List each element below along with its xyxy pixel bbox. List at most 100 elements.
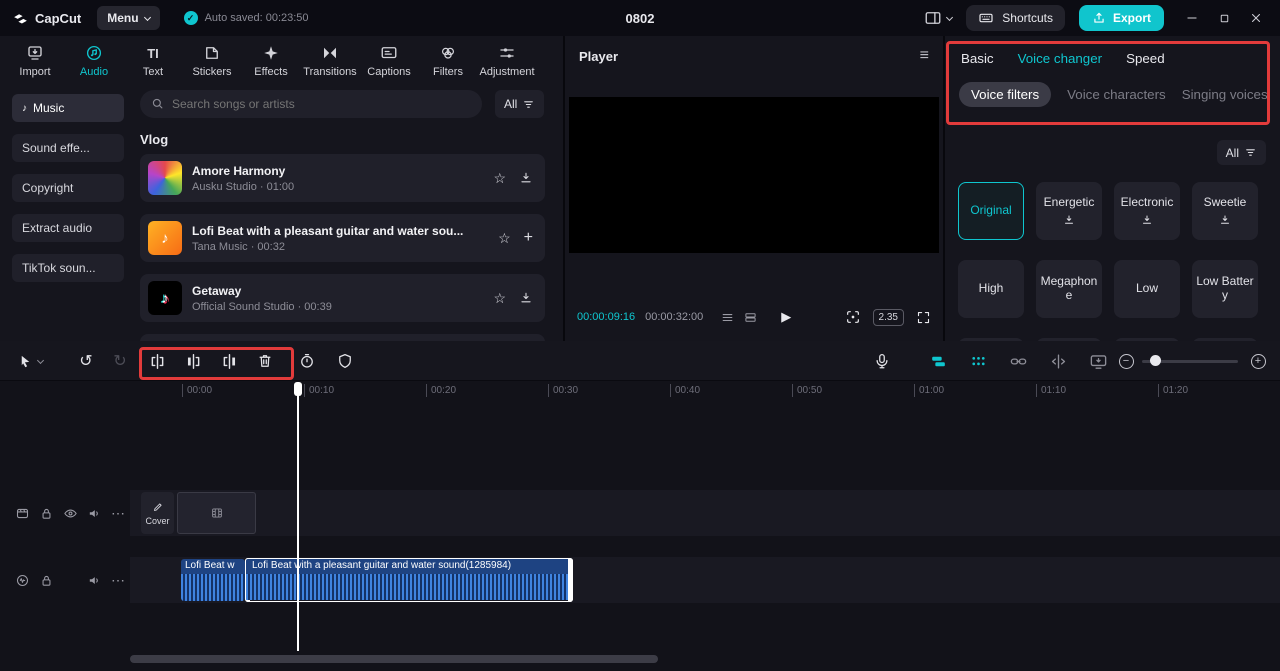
delete-right-icon[interactable] — [217, 349, 241, 373]
song-row[interactable]: ♪ Lofi Beat with a pleasant guitar and w… — [140, 214, 545, 262]
lock-icon[interactable] — [38, 572, 54, 588]
voice-card-sweetie[interactable]: Sweetie — [1192, 182, 1258, 240]
voice-filter-button[interactable]: All — [1216, 140, 1266, 165]
cover-button[interactable]: Cover — [141, 492, 174, 534]
clapper-icon[interactable] — [14, 505, 30, 521]
microphone-icon[interactable] — [870, 349, 894, 373]
aspect-ratio-button[interactable]: 2.35 — [872, 308, 904, 326]
video-clip[interactable] — [177, 492, 256, 534]
minimize-button[interactable] — [1178, 4, 1206, 32]
shield-icon[interactable] — [333, 349, 357, 373]
sidebar-item-copyright[interactable]: Copyright — [12, 174, 124, 202]
timeline-ruler[interactable]: 00:00 00:10 00:20 00:30 00:40 00:50 01:0… — [0, 381, 1280, 401]
media-filter-button[interactable]: All — [495, 90, 545, 118]
tab-stickers[interactable]: Stickers — [183, 44, 241, 78]
subtab-voice-characters[interactable]: Voice characters — [1067, 87, 1166, 102]
tab-text[interactable]: TI Text — [124, 44, 182, 79]
speaker-icon[interactable] — [86, 572, 102, 588]
add-icon[interactable]: + — [524, 229, 533, 247]
tab-speed[interactable]: Speed — [1126, 51, 1165, 66]
delete-icon[interactable] — [253, 349, 277, 373]
layers-icon[interactable] — [926, 349, 950, 373]
voice-card-electronic[interactable]: Electronic — [1114, 182, 1180, 240]
favorite-star-icon[interactable]: ☆ — [493, 170, 506, 187]
menu-button[interactable]: Menu — [97, 6, 160, 30]
list-frames-icon[interactable] — [744, 311, 757, 324]
import-icon — [26, 44, 44, 62]
redo-icon[interactable]: ↻ — [108, 349, 132, 373]
play-button[interactable]: ▶ — [781, 309, 791, 325]
tab-audio[interactable]: Audio — [65, 44, 123, 78]
undo-icon[interactable]: ↺ — [74, 349, 98, 373]
tab-filters[interactable]: Filters — [419, 44, 477, 78]
dots-grid-icon[interactable] — [966, 349, 990, 373]
voice-card-low-battery[interactable]: Low Battery — [1192, 260, 1258, 318]
tab-adjustment[interactable]: Adjustment — [478, 44, 536, 78]
album-art — [148, 161, 182, 195]
tab-voice-changer[interactable]: Voice changer — [1018, 51, 1102, 66]
link-icon[interactable] — [1006, 349, 1030, 373]
video-preview[interactable] — [569, 97, 939, 253]
eye-icon[interactable] — [62, 505, 78, 521]
video-track — [130, 490, 1280, 536]
music-note-icon: ♪ — [22, 102, 27, 114]
playhead-handle[interactable] — [294, 382, 302, 396]
shortcuts-button[interactable]: Shortcuts — [966, 5, 1065, 31]
search-bar — [140, 90, 482, 118]
player-panel: Player ≡ 00:00:09:16 00:00:32:00 ▶ 2.35 — [565, 36, 943, 341]
speaker-icon[interactable] — [86, 505, 102, 521]
sidebar-item-tiktok-sounds[interactable]: TikTok soun... — [12, 254, 124, 282]
favorite-star-icon[interactable]: ☆ — [493, 290, 506, 307]
focus-frame-icon[interactable] — [845, 309, 861, 325]
close-button[interactable] — [1242, 4, 1270, 32]
maximize-button[interactable] — [1210, 4, 1238, 32]
song-row[interactable]: Amore Harmony Ausku Studio · 01:00 ☆ — [140, 154, 545, 202]
playhead-line[interactable] — [297, 383, 299, 651]
scrollbar-thumb[interactable] — [130, 655, 658, 663]
voice-tab-bar: Basic Voice changer Speed — [945, 36, 1280, 66]
zoom-in-icon[interactable]: + — [1246, 349, 1270, 373]
current-timecode: 00:00:09:16 — [577, 311, 636, 323]
select-tool-button[interactable] — [12, 349, 48, 373]
tab-effects[interactable]: Effects — [242, 44, 300, 78]
more-options-icon[interactable]: ⋯ — [110, 572, 126, 588]
voice-card-energetic[interactable]: Energetic — [1036, 182, 1102, 240]
timer-icon[interactable] — [295, 349, 319, 373]
tab-transitions[interactable]: Transitions — [301, 44, 359, 78]
fullscreen-icon[interactable] — [916, 310, 931, 325]
voice-card-megaphone[interactable]: Megaphone — [1036, 260, 1102, 318]
lock-icon[interactable] — [38, 505, 54, 521]
split-icon[interactable] — [145, 349, 169, 373]
zoom-out-icon[interactable]: − — [1114, 349, 1138, 373]
layout-switch-button[interactable] — [924, 9, 954, 27]
sidebar-item-music[interactable]: ♪ Music — [12, 94, 124, 122]
tab-import[interactable]: Import — [6, 44, 64, 78]
player-menu-icon[interactable]: ≡ — [920, 47, 929, 65]
screen-arrow-icon[interactable] — [1086, 349, 1110, 373]
ruler-label: 00:20 — [426, 384, 456, 397]
audio-wave-icon[interactable] — [14, 572, 30, 588]
sidebar-item-extract-audio[interactable]: Extract audio — [12, 214, 124, 242]
list-lines-icon[interactable] — [721, 311, 734, 324]
delete-left-icon[interactable] — [181, 349, 205, 373]
sidebar-item-sound-effects[interactable]: Sound effe... — [12, 134, 124, 162]
voice-card-original[interactable]: Original — [958, 182, 1024, 240]
search-input[interactable] — [140, 90, 482, 118]
favorite-star-icon[interactable]: ☆ — [498, 230, 511, 247]
export-button[interactable]: Export — [1078, 5, 1164, 31]
song-row[interactable]: ♪ Getaway Official Sound Studio · 00:39 … — [140, 274, 545, 322]
tab-captions[interactable]: Captions — [360, 44, 418, 78]
audio-clip-left[interactable]: Lofi Beat w — [181, 559, 245, 601]
zoom-slider-knob[interactable] — [1150, 355, 1161, 366]
voice-card-low[interactable]: Low — [1114, 260, 1180, 318]
more-options-icon[interactable]: ⋯ — [110, 505, 126, 521]
download-icon[interactable] — [519, 291, 533, 305]
subtab-voice-filters[interactable]: Voice filters — [959, 82, 1052, 107]
audio-clip-selected[interactable]: Lofi Beat with a pleasant guitar and wat… — [245, 558, 573, 602]
project-title: 0802 — [625, 10, 655, 26]
download-icon[interactable] — [519, 171, 533, 185]
tab-basic[interactable]: Basic — [961, 51, 994, 66]
subtab-singing-voices[interactable]: Singing voices — [1182, 87, 1268, 102]
voice-card-high[interactable]: High — [958, 260, 1024, 318]
split-arrows-icon[interactable] — [1046, 349, 1070, 373]
